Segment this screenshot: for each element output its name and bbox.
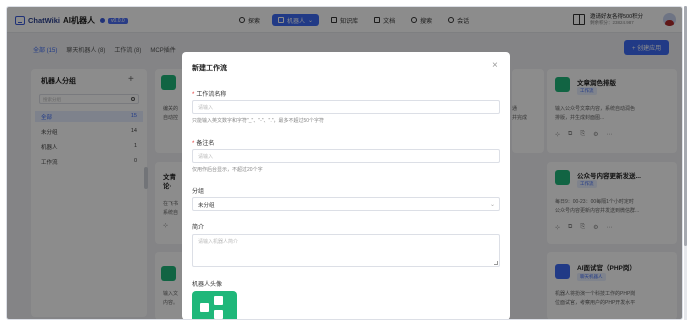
label-text: 工作流名称 (196, 92, 227, 98)
placeholder: 请输入机器人简介 (198, 239, 239, 245)
resize-handle-icon[interactable] (494, 261, 498, 265)
intro-textarea[interactable]: 请输入机器人简介 (192, 234, 500, 267)
workflow-name-input[interactable]: 请输入 (192, 100, 500, 114)
workflow-avatar-upload[interactable] (192, 291, 237, 319)
remark-hint: 仅用作后台显示，不超过20个字 (192, 167, 263, 173)
chevron-down-icon: ⌄ (489, 202, 495, 208)
remark-input[interactable]: 请输入 (192, 149, 500, 163)
label-text: 备注名 (196, 141, 215, 147)
new-workflow-dialog: 新建工作流 × * 工作流名称 请输入 只能输入英文数字和字符"_"、"-"、".… (182, 52, 510, 319)
avatar-label: 机器人头像 (192, 282, 223, 288)
dialog-title: 新建工作流 (192, 65, 227, 72)
close-icon[interactable]: × (492, 60, 498, 71)
workflow-name-label: * 工作流名称 (192, 92, 227, 98)
scrollbar-thumb[interactable] (684, 6, 687, 246)
intro-label: 简介 (192, 225, 205, 231)
page-scrollbar[interactable] (684, 6, 687, 320)
group-label: 分组 (192, 189, 205, 195)
app-window: ChatWiki AI机器人 v0.0.0 探索 机器人 ⌄ 知识库 文档 搜索 … (6, 6, 683, 320)
workflow-node-icon (214, 296, 223, 305)
workflow-node-icon (200, 303, 209, 312)
group-selected-value: 未分组 (198, 203, 215, 209)
placeholder: 请输入 (198, 105, 214, 111)
placeholder: 请输入 (198, 154, 214, 160)
workflow-name-hint: 只能输入英文数字和字符"_"、"-"、"."，最多不超过50个字符 (192, 118, 325, 124)
group-select[interactable]: 未分组 ⌄ (192, 197, 500, 211)
remark-label: * 备注名 (192, 141, 215, 147)
workflow-node-icon (214, 310, 223, 319)
